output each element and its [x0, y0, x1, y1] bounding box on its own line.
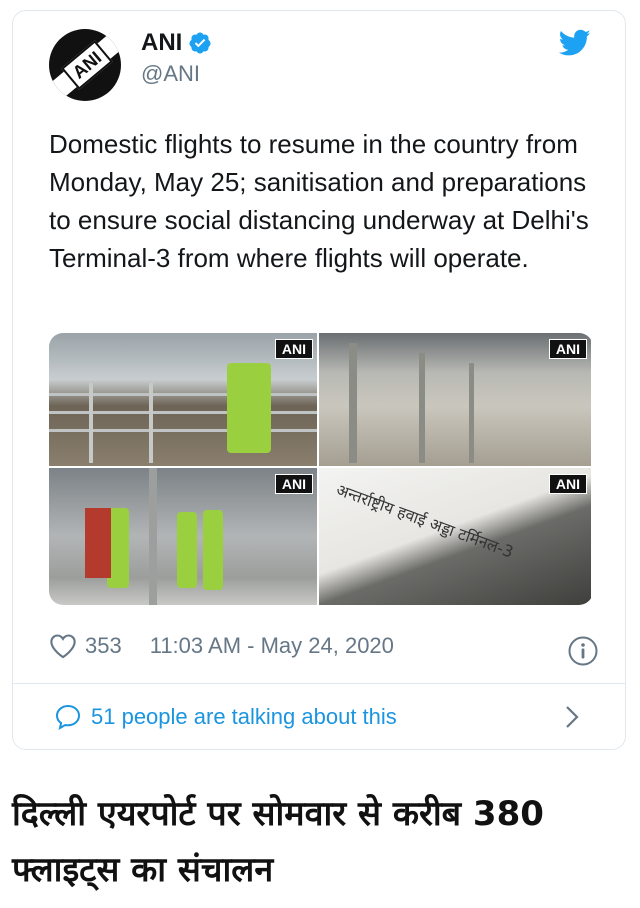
ani-watermark: ANI [548, 339, 587, 359]
speech-bubble-icon [55, 704, 81, 730]
author-name-row: ANI [141, 29, 212, 57]
media-photo-terminal-sign[interactable]: अन्तर्राष्ट्रीय हवाई अड्डा टर्मिनल-3 ANI [319, 468, 591, 605]
media-photo-sanitation-workers[interactable]: ANI [49, 468, 317, 605]
author-handle[interactable]: @ANI [141, 61, 200, 87]
tweet-media-grid: ANI ANI ANI अन्तर्राष्ट्रीय हवाई अड्डा ट… [49, 333, 593, 605]
chevron-right-icon [566, 706, 579, 728]
ani-watermark: ANI [274, 339, 313, 359]
author-avatar[interactable]: ANI [49, 29, 121, 101]
terminal-sign-text: अन्तर्राष्ट्रीय हवाई अड्डा टर्मिनल-3 [333, 479, 516, 562]
tweet-meta-row: 353 11:03 AM - May 24, 2020 [49, 633, 394, 659]
ani-watermark: ANI [274, 474, 313, 494]
conversation-link[interactable]: 51 people are talking about this [13, 684, 625, 750]
like-count[interactable]: 353 [85, 633, 122, 659]
tweet-timestamp[interactable]: 11:03 AM - May 24, 2020 [150, 633, 394, 659]
red-bin [85, 508, 111, 578]
conversation-label: 51 people are talking about this [91, 704, 397, 729]
twitter-bird-icon[interactable] [559, 29, 591, 57]
article-headline: दिल्ली एयरपोर्ट पर सोमवार से करीब 380 फ्… [12, 794, 544, 890]
media-photo-railings-worker[interactable]: ANI [49, 333, 317, 466]
info-icon[interactable] [567, 635, 599, 667]
worker-in-vest [177, 512, 197, 588]
media-photo-terminal-walkway[interactable]: ANI [319, 333, 591, 466]
railing-post [89, 383, 93, 463]
ani-watermark: ANI [548, 474, 587, 494]
railing-post [149, 383, 153, 463]
worker-in-vest [227, 363, 271, 453]
pillar [349, 343, 357, 463]
author-name[interactable]: ANI [141, 29, 182, 57]
heart-icon[interactable] [49, 633, 77, 659]
pillar [419, 353, 425, 463]
embedded-tweet-card: ANI ANI @ANI Domestic flights to resume … [12, 10, 626, 750]
pillar [469, 363, 474, 463]
tweet-text: Domestic flights to resume in the countr… [49, 129, 589, 273]
pillar [149, 468, 157, 605]
worker-in-vest [203, 510, 223, 590]
verified-badge-icon [189, 32, 211, 54]
